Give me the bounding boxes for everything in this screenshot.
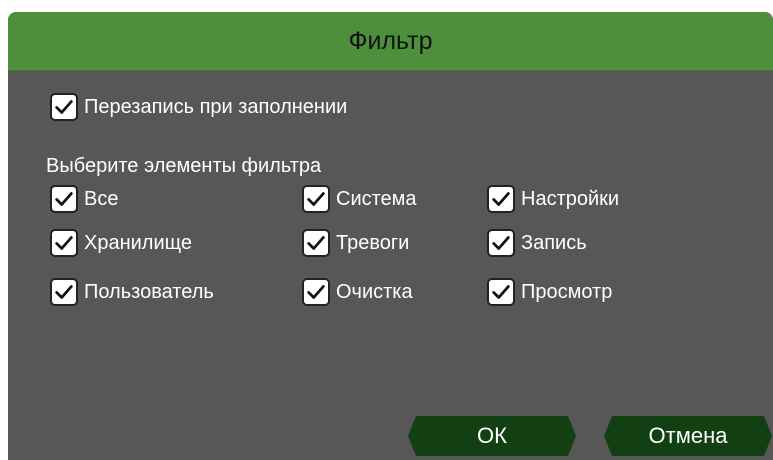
filter-label: Все [84,187,119,210]
filter-label: Тревоги [336,231,410,254]
checkbox-box[interactable] [487,278,515,306]
checkmark-icon [307,236,325,250]
checkbox-box[interactable] [50,229,78,257]
checkmark-icon [55,192,73,206]
filter-label: Просмотр [521,280,613,303]
checkmark-icon [492,192,510,206]
filter-checkbox-system[interactable]: Система [302,183,417,215]
checkmark-icon [55,236,73,250]
filter-checkbox-settings[interactable]: Настройки [487,183,619,215]
filter-checkbox-alarms[interactable]: Тревоги [302,227,409,259]
overwrite-label: Перезапись при заполнении [84,95,348,118]
checkmark-icon [307,285,325,299]
filter-dialog: Фильтр Перезапись при заполнении Выберит… [8,12,773,460]
checkbox-box[interactable] [487,185,515,213]
filter-checkbox-all[interactable]: Все [50,183,118,215]
checkbox-box[interactable] [50,185,78,213]
overwrite-checkbox[interactable]: Перезапись при заполнении [50,91,347,123]
cancel-button[interactable]: Отмена [604,416,772,456]
filter-checkbox-storage[interactable]: Хранилище [50,227,192,259]
checkbox-box[interactable] [487,229,515,257]
checkmark-icon [55,100,73,114]
checkmark-icon [307,192,325,206]
checkbox-box[interactable] [50,93,78,121]
checkbox-box[interactable] [50,278,78,306]
filter-label: Настройки [521,187,620,210]
filter-label: Система [336,187,417,210]
checkbox-box[interactable] [302,185,330,213]
checkmark-icon [492,285,510,299]
dialog-content: Перезапись при заполнении Выберите элеме… [8,71,773,460]
checkmark-icon [492,236,510,250]
filter-label: Пользователь [84,280,214,303]
filter-label: Запись [521,231,587,254]
dialog-title: Фильтр [348,27,433,55]
filter-checkbox-user[interactable]: Пользователь [50,276,214,308]
filter-label: Очистка [336,280,413,303]
filter-section-label: Выберите элементы фильтра [46,155,322,177]
filter-checkbox-clear[interactable]: Очистка [302,276,413,308]
filter-checkbox-playback[interactable]: Просмотр [487,276,612,308]
checkbox-box[interactable] [302,278,330,306]
dialog-title-bar: Фильтр [8,12,773,71]
filter-label: Хранилище [84,231,192,254]
filter-checkbox-recording[interactable]: Запись [487,227,587,259]
checkmark-icon [55,285,73,299]
checkbox-box[interactable] [302,229,330,257]
ok-button[interactable]: ОК [408,416,576,456]
